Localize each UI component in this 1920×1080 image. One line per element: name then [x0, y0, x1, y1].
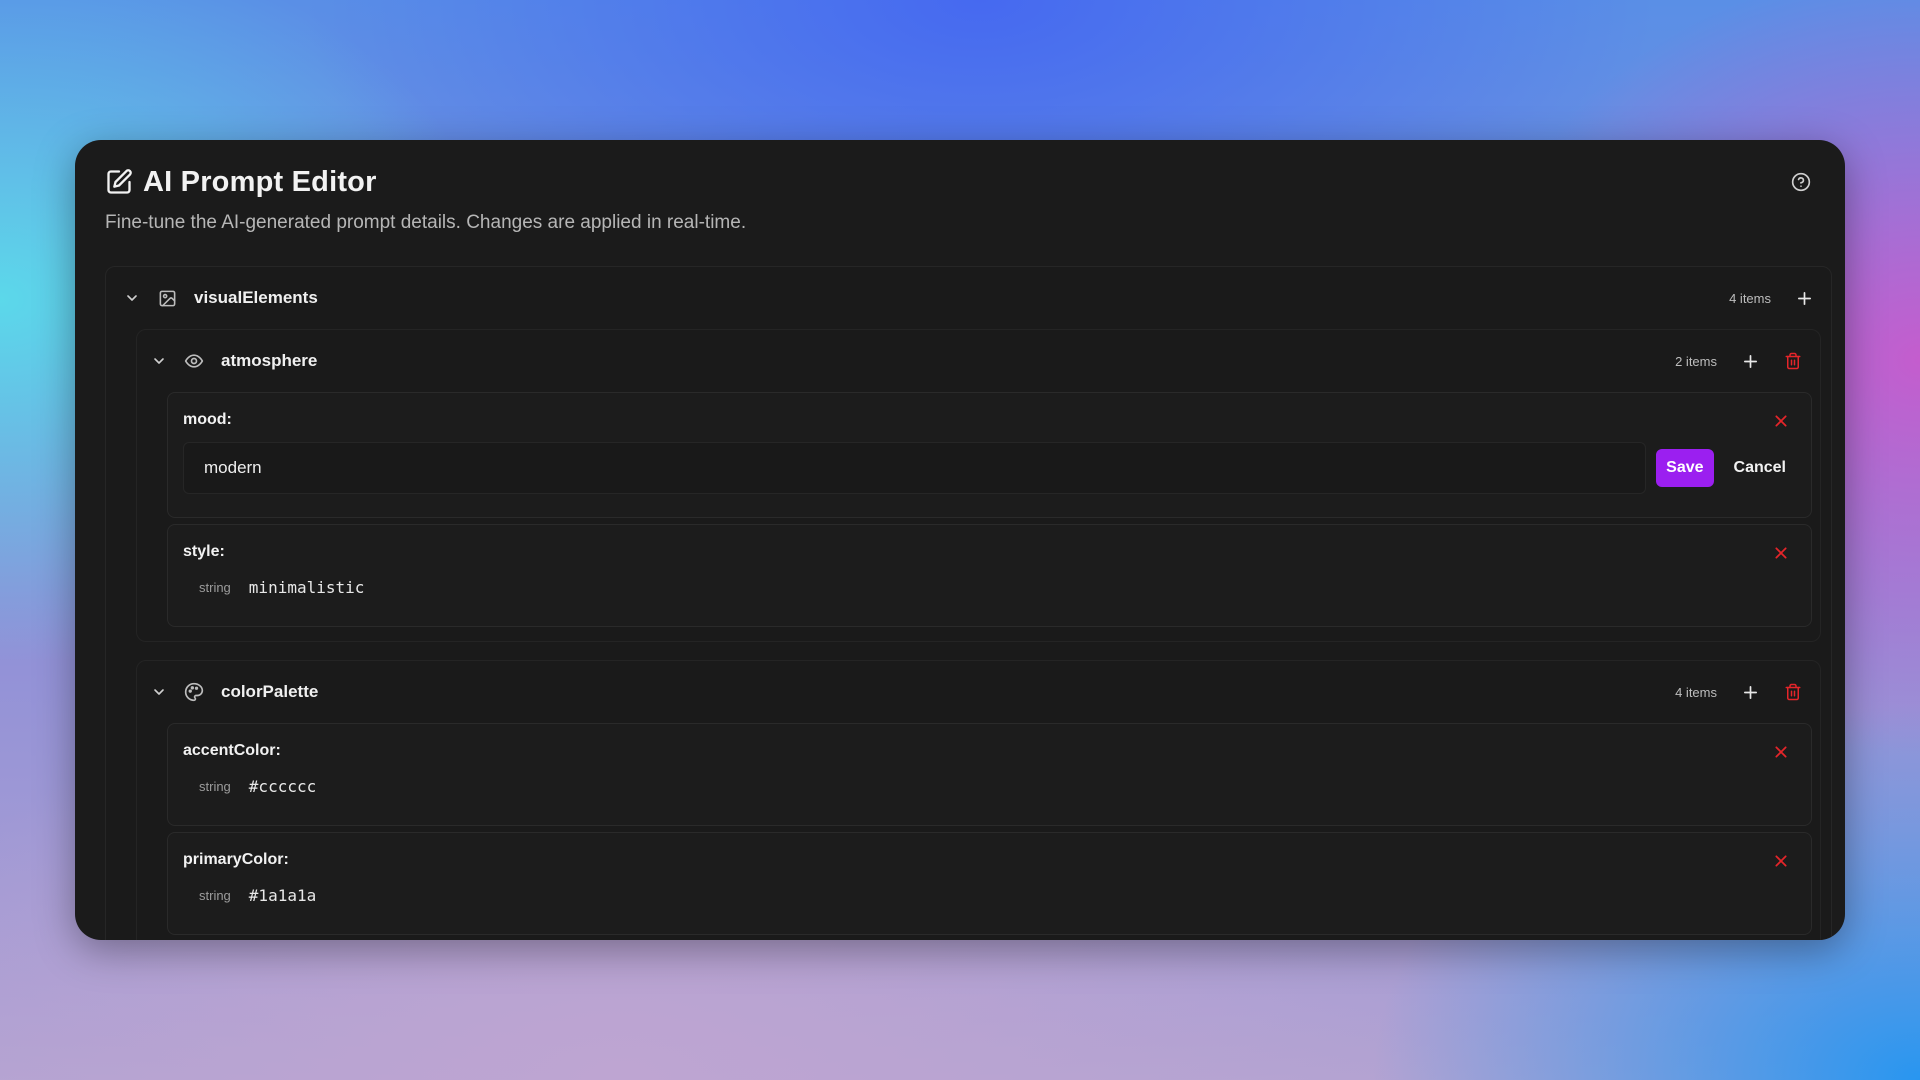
trash-icon[interactable]	[1782, 350, 1804, 372]
type-label: string	[199, 778, 231, 794]
prompt-tree: visualElements 4 items atmosphere 2 item…	[105, 266, 1832, 940]
page-title: AI Prompt Editor	[143, 165, 377, 198]
edit-icon	[105, 168, 133, 196]
node-name: atmosphere	[221, 351, 318, 370]
editor-header: AI Prompt Editor Fine-tune the AI-genera…	[105, 162, 1815, 234]
item-count-badge: 2 items	[1675, 353, 1717, 369]
item-count-badge: 4 items	[1729, 290, 1771, 306]
prompt-editor-panel: AI Prompt Editor Fine-tune the AI-genera…	[75, 140, 1845, 940]
close-icon[interactable]	[1773, 744, 1789, 760]
image-icon	[156, 287, 178, 309]
type-label: string	[199, 579, 231, 595]
node-row-colorPalette[interactable]: colorPalette 4 items	[137, 661, 1820, 723]
edit-row: Save Cancel	[183, 442, 1796, 494]
value-input[interactable]	[183, 442, 1647, 494]
node-row-atmosphere[interactable]: atmosphere 2 items	[137, 330, 1820, 392]
eye-icon	[183, 350, 205, 372]
help-circle-icon[interactable]	[1791, 172, 1811, 192]
save-button[interactable]: Save	[1656, 449, 1714, 487]
palette-icon	[183, 681, 205, 703]
title-row: AI Prompt Editor	[105, 162, 1815, 202]
chevron-down-icon[interactable]	[149, 682, 169, 702]
node-name: colorPalette	[221, 682, 319, 701]
close-icon[interactable]	[1773, 545, 1789, 561]
entry-key: primaryColor:	[183, 851, 289, 868]
value-text[interactable]: #1a1a1a	[249, 886, 316, 905]
group-atmosphere: atmosphere 2 items mood: modern Save Can…	[136, 329, 1821, 642]
type-label: string	[199, 887, 231, 903]
value-row: string #1a1a1a	[183, 882, 1796, 908]
close-icon[interactable]	[1773, 853, 1789, 869]
page-subtitle: Fine-tune the AI-generated prompt detail…	[105, 212, 747, 233]
value-row: string minimalistic	[183, 574, 1796, 600]
node-row-visualElements[interactable]: visualElements 4 items	[106, 267, 1831, 329]
entry-mood: mood: Save Cancel	[167, 392, 1812, 518]
entry-key: mood:	[183, 411, 232, 428]
node-name: visualElements	[194, 288, 318, 307]
value-row: string #cccccc	[183, 773, 1796, 799]
chevron-down-icon[interactable]	[122, 288, 142, 308]
trash-icon[interactable]	[1782, 681, 1804, 703]
value-text[interactable]: #cccccc	[249, 777, 316, 796]
entry-key: style:	[183, 543, 225, 560]
entry-primaryColor: primaryColor: string #1a1a1a	[167, 832, 1812, 935]
entry-accentColor: accentColor: string #cccccc	[167, 723, 1812, 826]
cancel-button[interactable]: Cancel	[1724, 449, 1796, 487]
group-colorPalette: colorPalette 4 items accentColor: string…	[136, 660, 1821, 940]
item-count-badge: 4 items	[1675, 684, 1717, 700]
plus-icon[interactable]	[1739, 681, 1761, 703]
plus-icon[interactable]	[1793, 287, 1815, 309]
plus-icon[interactable]	[1739, 350, 1761, 372]
close-icon[interactable]	[1773, 413, 1789, 429]
chevron-down-icon[interactable]	[149, 351, 169, 371]
entry-key: accentColor:	[183, 742, 281, 759]
entry-style: style: string minimalistic	[167, 524, 1812, 627]
value-text[interactable]: minimalistic	[249, 578, 365, 597]
